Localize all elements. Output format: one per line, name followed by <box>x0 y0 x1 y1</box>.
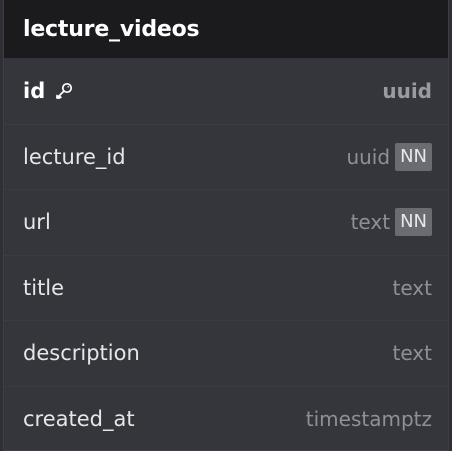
column-type: timestamptz <box>305 406 432 431</box>
not-null-badge: NN <box>395 208 432 237</box>
column-row-id[interactable]: id uuid <box>4 58 448 124</box>
column-left: created_at <box>23 407 135 431</box>
table-title: lecture_videos <box>23 16 200 42</box>
column-right: text <box>393 341 432 365</box>
column-name: description <box>23 341 140 366</box>
column-left: id <box>23 79 75 103</box>
column-row-lecture-id[interactable]: lecture_id uuid NN <box>4 123 448 190</box>
column-row-title[interactable]: title text <box>4 254 448 321</box>
table-card[interactable]: lecture_videos id uuid lecture_id uuid N… <box>3 0 449 451</box>
column-left: url <box>23 210 51 234</box>
column-type: text <box>350 210 391 235</box>
column-type: uuid <box>346 144 391 169</box>
column-row-created-at[interactable]: created_at timestamptz <box>4 385 448 451</box>
column-left: description <box>23 341 140 365</box>
column-name: title <box>23 275 65 300</box>
column-name: lecture_id <box>23 144 126 169</box>
key-icon <box>53 80 75 102</box>
column-name: id <box>23 78 46 103</box>
column-name: url <box>23 210 51 235</box>
column-left: title <box>23 276 64 300</box>
column-type: uuid <box>382 78 432 103</box>
column-right: text <box>393 276 432 300</box>
column-right: text NN <box>350 208 432 237</box>
column-row-url[interactable]: url text NN <box>4 189 448 255</box>
column-list: id uuid lecture_id uuid NN url text NN t… <box>4 58 448 451</box>
column-name: created_at <box>23 406 135 431</box>
column-right: uuid <box>382 79 432 103</box>
table-header: lecture_videos <box>4 0 448 58</box>
not-null-badge: NN <box>395 142 432 171</box>
column-left: lecture_id <box>23 145 126 169</box>
column-right: timestamptz <box>306 407 432 431</box>
column-right: uuid NN <box>346 142 432 171</box>
column-type: text <box>392 341 432 366</box>
column-type: text <box>392 275 432 300</box>
column-row-description[interactable]: description text <box>4 320 448 386</box>
